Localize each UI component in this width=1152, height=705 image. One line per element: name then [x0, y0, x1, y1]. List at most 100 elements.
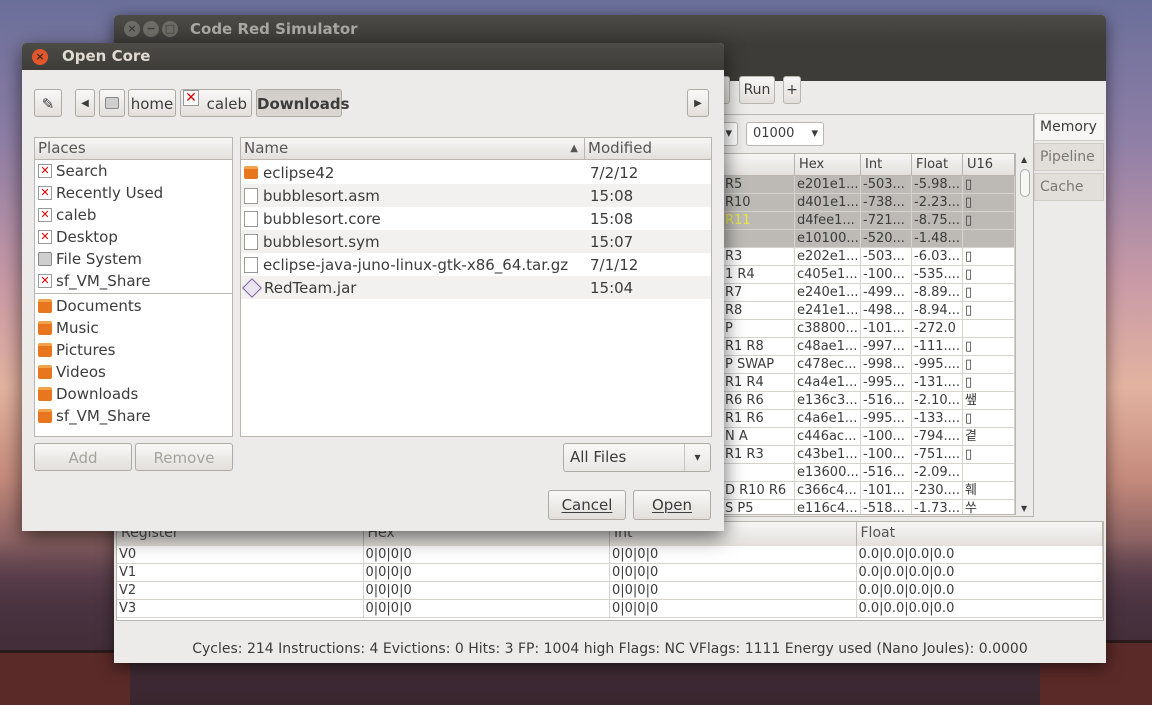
tab-memory[interactable]: Memory [1034, 113, 1104, 141]
register-row[interactable]: V0 0|0|0|0 0|0|0|0 0.0|0.0|0.0|0.0 [117, 546, 1103, 564]
document-icon [244, 187, 258, 204]
memory-row[interactable]: R8 e241e1... -498... -8.94... ▯ [723, 302, 1015, 320]
maximize-icon[interactable]: □ [162, 21, 178, 37]
memory-cell: 훼 [963, 482, 1015, 499]
memory-scrollbar[interactable]: ▲ ▼ [1019, 155, 1031, 513]
places-bookmark[interactable]: Videos [35, 361, 232, 383]
register-row[interactable]: V3 0|0|0|0 0|0|0|0 0.0|0.0|0.0|0.0 [117, 600, 1103, 618]
column-header-float[interactable]: Float [856, 522, 1103, 546]
run-button[interactable]: Run [739, 76, 775, 104]
memory-row[interactable]: N Ac446ac... -100... -794.... 곁 [723, 428, 1015, 446]
cancel-button[interactable]: Cancel [548, 490, 626, 520]
memory-row[interactable]: R10 d401e1... -738... -2.23... ▯ [723, 194, 1015, 212]
memory-row[interactable]: e10100... -520... -1.48... [723, 230, 1015, 248]
column-header-int[interactable]: Int [861, 154, 912, 175]
file-modified: 7/1/12 [590, 255, 639, 274]
column-header-modified[interactable]: Modified [585, 138, 711, 160]
memory-row[interactable]: R1 R6 c4a6e1... -995... -133.... ▯ [723, 410, 1015, 428]
file-row[interactable]: eclipse-java-juno-linux-gtk-x86_64.tar.g… [241, 253, 711, 276]
chevron-down-icon: ▾ [684, 444, 710, 471]
register-cell: 0|0|0|0 [364, 600, 610, 617]
memory-row[interactable]: R3 e202e1... -503... -6.03... ▯ [723, 248, 1015, 266]
places-bookmark[interactable]: sf_VM_Share [35, 405, 232, 427]
memory-row[interactable]: e13600... -516... -2.09... [723, 464, 1015, 482]
scrollbar-thumb[interactable] [1020, 169, 1030, 197]
places-bookmark-label: Music [56, 318, 99, 337]
file-name: RedTeam.jar [264, 278, 357, 297]
places-bookmark[interactable]: Downloads [35, 383, 232, 405]
memory-table[interactable]: Hex Int Float U16 R5 e201e1... -503... -5.9… [722, 153, 1016, 515]
scroll-up-icon[interactable]: ▲ [1021, 155, 1027, 164]
window-title: Code Red Simulator [190, 20, 358, 38]
places-bookmark[interactable]: Pictures [35, 339, 232, 361]
file-row[interactable]: eclipse42 7/2/12 [241, 161, 711, 184]
path-scroll-left-button[interactable]: ◀ [75, 89, 95, 117]
memory-cell: c38800... [795, 320, 861, 337]
file-row[interactable]: RedTeam.jar 15:04 [241, 276, 711, 299]
file-row[interactable]: bubblesort.core 15:08 [241, 207, 711, 230]
memory-row[interactable]: R5 e201e1... -503... -5.98... ▯ [723, 176, 1015, 194]
memory-row[interactable]: R1 R3 c43be1... -100... -751.... ▯ [723, 446, 1015, 464]
memory-row[interactable]: S P5 e116c4... -518... -1.73... 쑤 [723, 500, 1015, 514]
memory-cell: -111.... [912, 338, 963, 355]
places-bookmark[interactable]: Music [35, 317, 232, 339]
dialog-title: Open Core [62, 47, 151, 65]
memory-row[interactable]: R7 e240e1... -499... -8.89... ▯ [723, 284, 1015, 302]
file-name-cell: bubblesort.core [241, 210, 586, 228]
places-item[interactable]: ✕ sf_VM_Share [35, 270, 232, 292]
places-item[interactable]: ✕ Recently Used [35, 182, 232, 204]
path-scroll-right-button[interactable]: ▶ [687, 89, 709, 117]
column-header-name[interactable]: Name ▲ [241, 138, 585, 160]
places-header[interactable]: Places [35, 138, 232, 160]
column-header-u16[interactable]: U16 [963, 154, 1015, 175]
memory-row[interactable]: R11 d4fee1... -721... -8.75... ▯ [723, 212, 1015, 230]
register-table[interactable]: Register Hex Int Float V0 0|0|0|0 0|0|0|0 0… [116, 521, 1104, 621]
places-bookmark[interactable]: Documents [35, 295, 232, 317]
scroll-down-icon[interactable]: ▼ [1021, 504, 1027, 513]
column-header-float[interactable]: Float [912, 154, 963, 175]
file-modified: 7/2/12 [590, 163, 639, 182]
column-header[interactable] [723, 154, 795, 175]
file-filter-select[interactable]: All Files ▾ [563, 443, 711, 472]
file-row[interactable]: bubblesort.sym 15:07 [241, 230, 711, 253]
close-icon[interactable]: × [32, 49, 48, 65]
tab-cache[interactable]: Cache [1034, 173, 1104, 201]
memory-row[interactable]: R1 R4 c4a4e1... -995... -131.... ▯ [723, 374, 1015, 392]
main-titlebar[interactable]: × − □ Code Red Simulator [114, 15, 1106, 43]
add-bookmark-button[interactable]: Add [34, 443, 132, 471]
path-home-button[interactable]: home [128, 89, 176, 117]
minimize-icon[interactable]: − [143, 21, 159, 37]
file-name: eclipse-java-juno-linux-gtk-x86_64.tar.g… [263, 255, 569, 274]
tab-pipeline[interactable]: Pipeline [1034, 143, 1104, 171]
memory-row[interactable]: P SWAP c478ec... -998... -995.... ▯ [723, 356, 1015, 374]
edit-location-button[interactable]: ✎ [34, 89, 62, 117]
places-item[interactable]: File System [35, 248, 232, 270]
places-item[interactable]: ✕ caleb [35, 204, 232, 226]
file-list[interactable]: Name ▲ Modified eclipse42 7/2/12 bubblesor… [240, 137, 712, 437]
remove-bookmark-button[interactable]: Remove [135, 443, 233, 471]
register-row[interactable]: V2 0|0|0|0 0|0|0|0 0.0|0.0|0.0|0.0 [117, 582, 1103, 600]
memory-cell: -794.... [912, 428, 963, 445]
memory-cell: c4a6e1... [795, 410, 861, 427]
dialog-titlebar[interactable]: × Open Core [22, 43, 724, 70]
path-caleb-button[interactable]: ✕ caleb [180, 89, 252, 117]
column-header-hex[interactable]: Hex [795, 154, 861, 175]
memory-row[interactable]: Pc38800... -101... -272.0 [723, 320, 1015, 338]
file-row[interactable]: bubblesort.asm 15:08 [241, 184, 711, 207]
open-button[interactable]: Open [633, 490, 711, 520]
add-button[interactable]: + [783, 76, 801, 104]
memory-row[interactable]: D R10 R6 c366c4... -101... -230.... 훼 [723, 482, 1015, 500]
places-item[interactable]: ✕ Search [35, 160, 232, 182]
memory-row[interactable]: 1 R4 c405e1... -100... -535.... ▯ [723, 266, 1015, 284]
path-downloads-button[interactable]: Downloads [256, 89, 350, 117]
memory-cell: -516... [861, 392, 912, 409]
register-row[interactable]: V1 0|0|0|0 0|0|0|0 0.0|0.0|0.0|0.0 [117, 564, 1103, 582]
places-item[interactable]: ✕ Desktop [35, 226, 232, 248]
memory-row[interactable]: R6 R6 e136c3... -516... -2.10... 쌮 [723, 392, 1015, 410]
path-root-button[interactable] [99, 89, 125, 117]
missing-icon: ✕ [38, 164, 52, 178]
close-icon[interactable]: × [124, 21, 140, 37]
memory-cell [963, 320, 1015, 337]
memory-cell: -133.... [912, 410, 963, 427]
memory-row[interactable]: R1 R8 c48ae1... -997... -111.... ▯ [723, 338, 1015, 356]
